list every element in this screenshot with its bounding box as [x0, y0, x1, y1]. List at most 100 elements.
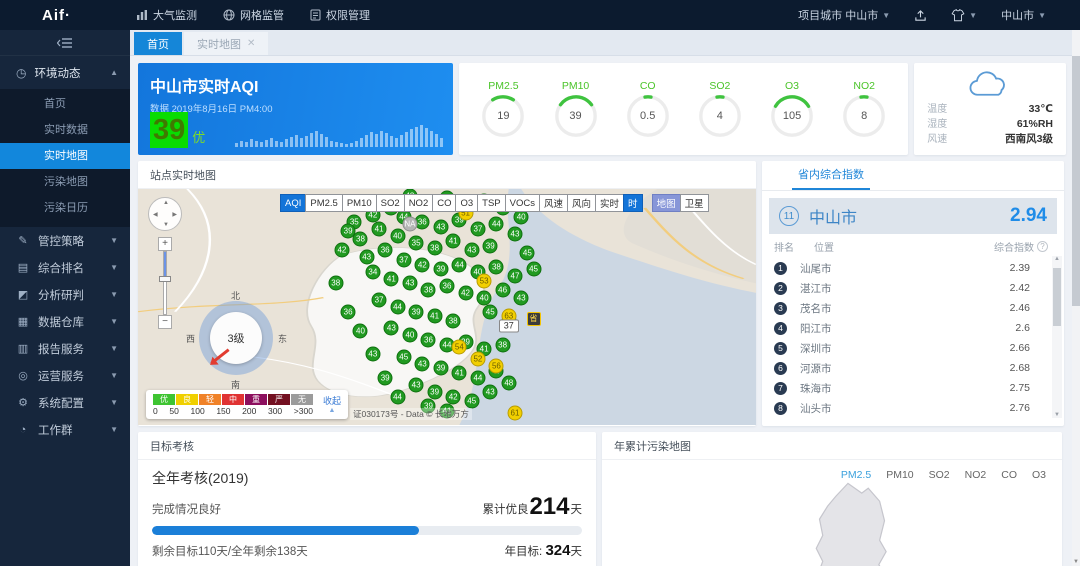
station-marker[interactable]: 46 [495, 283, 510, 298]
station-marker[interactable]: 44 [452, 257, 467, 272]
pollution-tab-PM10[interactable]: PM10 [886, 469, 913, 481]
station-marker[interactable]: 42 [446, 389, 461, 404]
zoom-slider[interactable] [163, 251, 167, 315]
station-marker[interactable]: 52 [470, 351, 485, 366]
station-marker[interactable]: 38 [421, 283, 436, 298]
station-marker[interactable]: 43 [415, 356, 430, 371]
map-type-button-卫星[interactable]: 卫星 [680, 194, 709, 212]
station-marker[interactable]: 43 [507, 226, 522, 241]
station-marker[interactable]: NA [402, 217, 417, 232]
top-menu-atmosphere[interactable]: 大气监测 [136, 7, 197, 23]
station-marker[interactable]: 39 [341, 224, 356, 239]
map-layer-button-时[interactable]: 时 [623, 194, 643, 212]
map-pan-control[interactable]: ▲ ▼ ◀ ▶ [148, 197, 182, 231]
station-marker[interactable]: 38 [446, 314, 461, 329]
info-icon[interactable]: ? [1037, 241, 1048, 252]
station-marker[interactable]: 36 [440, 278, 455, 293]
station-marker[interactable]: 42 [334, 243, 349, 258]
station-marker[interactable]: 45 [526, 262, 541, 277]
station-marker[interactable]: 36 [378, 243, 393, 258]
station-marker[interactable]: 39 [483, 238, 498, 253]
station-marker[interactable]: 45 [396, 349, 411, 364]
map-layer-button-风速[interactable]: 风速 [539, 194, 568, 212]
current-city-row[interactable]: 11 中山市 2.94 [769, 198, 1057, 234]
ranking-scrollbar[interactable]: ▲ ▼ [1052, 256, 1062, 418]
tab-province-index[interactable]: 省内综合指数 [792, 161, 870, 190]
station-marker[interactable]: 37 [372, 292, 387, 307]
station-marker[interactable]: 45 [464, 394, 479, 409]
station-marker[interactable]: 47 [507, 269, 522, 284]
scroll-down-icon[interactable]: ▼ [1052, 412, 1062, 418]
station-marker[interactable]: 43 [514, 290, 529, 305]
tab-实时地图[interactable]: 实时地图✕ [184, 32, 268, 55]
sidebar-item-综合排名[interactable]: ▤综合排名▼ [0, 254, 130, 281]
station-marker[interactable]: 41 [452, 366, 467, 381]
sidebar-subitem-污染日历[interactable]: 污染日历 [0, 195, 130, 221]
station-marker[interactable]: 48 [501, 375, 516, 390]
scroll-down-icon[interactable]: ▼ [1072, 559, 1080, 565]
ranking-row-河源市[interactable]: 6河源市2.68 [762, 358, 1052, 378]
sidebar-collapse-icon[interactable] [57, 37, 73, 49]
station-marker[interactable]: 40 [402, 328, 417, 343]
station-marker[interactable]: 38 [427, 241, 442, 256]
top-menu-grid[interactable]: 网格监管 [223, 7, 284, 23]
sidebar-subitem-实时数据[interactable]: 实时数据 [0, 117, 130, 143]
ranking-row-汕头市[interactable]: 8汕头市2.76 [762, 398, 1052, 418]
station-marker[interactable]: 45 [483, 304, 498, 319]
sidebar-item-分析研判[interactable]: ◩分析研判▼ [0, 281, 130, 308]
zoom-slider-thumb[interactable] [159, 276, 171, 282]
station-marker[interactable]: 39 [409, 304, 424, 319]
station-marker[interactable]: 42 [415, 257, 430, 272]
station-marker[interactable]: 56 [489, 359, 504, 374]
sidebar-item-运营服务[interactable]: ◎运营服务▼ [0, 362, 130, 389]
station-marker[interactable]: 39 [378, 370, 393, 385]
station-marker[interactable]: 54 [452, 340, 467, 355]
map-layer-button-CO[interactable]: CO [432, 194, 456, 212]
pan-up-icon[interactable]: ▲ [163, 200, 169, 206]
map-layer-button-风向[interactable]: 风向 [567, 194, 596, 212]
sidebar-item-系统配置[interactable]: ⚙系统配置▼ [0, 389, 130, 416]
sidebar-group-environment[interactable]: ◷ 环境动态 ▲ [0, 56, 130, 89]
station-marker[interactable]: 41 [446, 233, 461, 248]
station-marker[interactable]: 53 [477, 274, 492, 289]
page-scrollbar[interactable]: ▼ [1072, 30, 1080, 566]
station-marker[interactable]: 38 [328, 276, 343, 291]
page-scrollbar-thumb[interactable] [1072, 56, 1080, 306]
tab-首页[interactable]: 首页 [134, 32, 182, 55]
ranking-row-珠海市[interactable]: 7珠海市2.75 [762, 378, 1052, 398]
station-marker[interactable]: 39 [433, 361, 448, 376]
map-type-button-地图[interactable]: 地图 [652, 194, 681, 212]
zoom-out-button[interactable]: − [158, 315, 172, 329]
user-city-dropdown[interactable]: 中山市 ▼ [1001, 7, 1046, 23]
station-marker[interactable]: 38 [489, 259, 504, 274]
scroll-up-icon[interactable]: ▲ [1052, 256, 1062, 262]
map-layer-button-NO2[interactable]: NO2 [404, 194, 434, 212]
station-marker[interactable]: 43 [433, 219, 448, 234]
ranking-row-深圳市[interactable]: 5深圳市2.66 [762, 338, 1052, 358]
map-layer-button-TSP[interactable]: TSP [477, 194, 505, 212]
export-button[interactable] [914, 9, 927, 22]
station-marker[interactable]: 44 [390, 300, 405, 315]
station-marker[interactable]: 36 [421, 333, 436, 348]
station-map[interactable]: AQIPM2.5PM10SO2NO2COO3TSPVOCs风速风向实时时地图卫星… [138, 189, 756, 425]
station-marker[interactable]: 40 [514, 210, 529, 225]
station-marker[interactable]: 44 [470, 370, 485, 385]
sidebar-item-管控策略[interactable]: ✎管控策略▼ [0, 227, 130, 254]
top-menu-permission[interactable]: 权限管理 [310, 7, 370, 23]
legend-collapse-button[interactable]: 收起 ▲ [323, 394, 341, 416]
map-layer-button-O3[interactable]: O3 [455, 194, 478, 212]
pollution-tab-NO2[interactable]: NO2 [965, 469, 987, 481]
station-marker[interactable]: 43 [402, 276, 417, 291]
ranking-row-汕尾市[interactable]: 1汕尾市2.39 [762, 258, 1052, 278]
station-marker[interactable]: 61 [507, 406, 522, 421]
pollution-tab-CO[interactable]: CO [1001, 469, 1017, 481]
sidebar-subitem-污染地图[interactable]: 污染地图 [0, 169, 130, 195]
ranking-row-阳江市[interactable]: 4阳江市2.6 [762, 318, 1052, 338]
station-marker[interactable]: 40 [353, 323, 368, 338]
map-layer-button-PM2.5[interactable]: PM2.5 [305, 194, 342, 212]
station-marker[interactable]: 41 [372, 222, 387, 237]
ranking-row-茂名市[interactable]: 3茂名市2.46 [762, 298, 1052, 318]
map-layer-button-PM10[interactable]: PM10 [342, 194, 377, 212]
station-marker[interactable]: 35 [409, 236, 424, 251]
station-marker[interactable]: 41 [427, 309, 442, 324]
